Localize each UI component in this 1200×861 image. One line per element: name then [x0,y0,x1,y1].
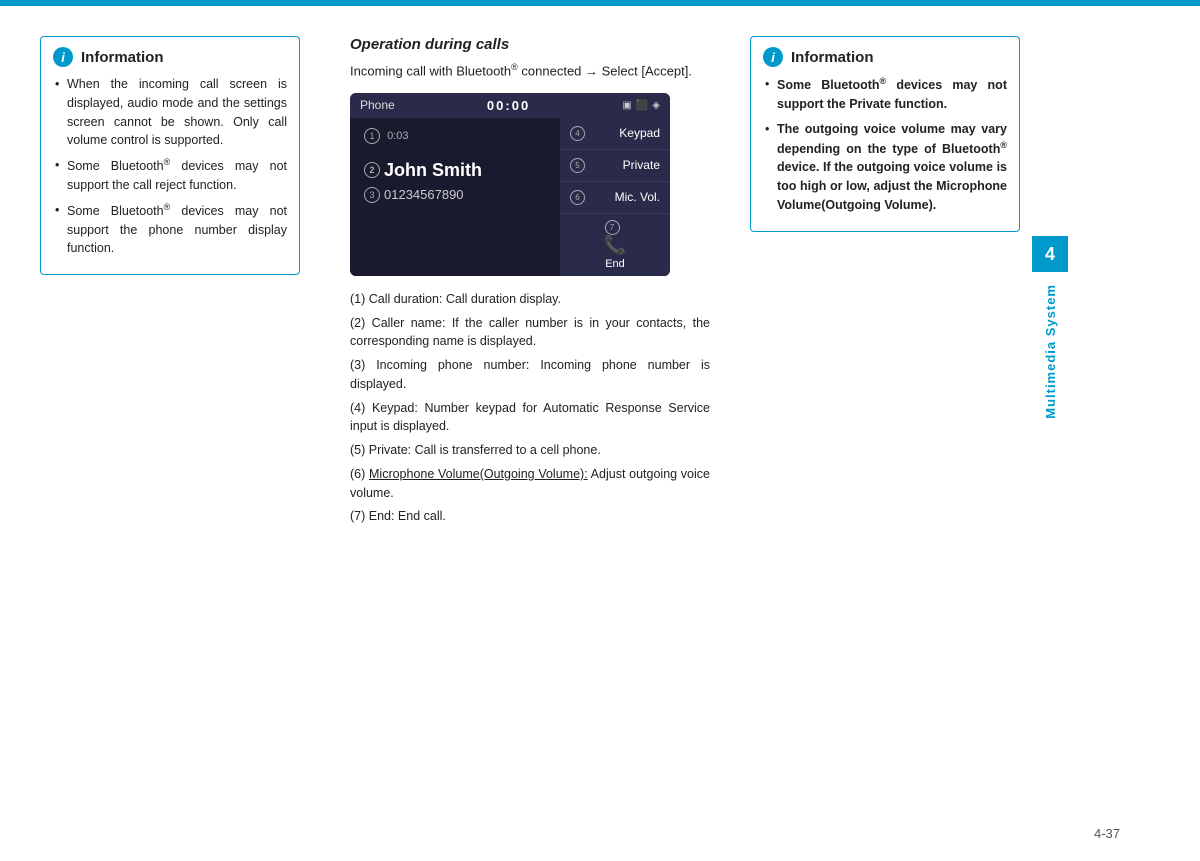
left-info-item-2: Some Bluetooth® devices may not support … [53,156,287,195]
call-duration: 1 0:03 [364,128,546,144]
sidebar-chapter-number: 4 [1032,236,1068,272]
phone-left-panel: 1 0:03 2 John Smith 3 01234567890 [350,118,560,276]
description-list: (1) Call duration: Call duration display… [350,290,710,526]
desc-item-7: (7) End: End call. [350,507,710,526]
desc-item-4: (4) Keypad: Number keypad for Automatic … [350,399,710,437]
sidebar-chapter-label: Multimedia System [1043,284,1058,419]
operation-intro: Incoming call with Bluetooth® connected … [350,61,710,81]
desc-item-1: (1) Call duration: Call duration display… [350,290,710,309]
left-info-list: When the incoming call screen is display… [53,75,287,258]
right-column: i Information Some Bluetooth® devices ma… [740,36,1020,841]
middle-column: Operation during calls Incoming call wit… [320,36,740,841]
status-icon-2: ⬛ [636,100,648,111]
main-content: i Information When the incoming call scr… [0,6,1200,861]
phone-header: Phone 00:00 ▣ ⬛ ◈ [350,93,670,118]
caller-name-num: 2 [364,162,380,178]
left-info-title: Information [81,49,164,66]
left-info-icon: i [53,47,73,67]
desc-item-6: (6) Microphone Volume(Outgoing Volume): … [350,465,710,503]
right-info-header: i Information [763,47,1007,67]
mic-vol-btn[interactable]: 6 Mic. Vol. [560,182,670,214]
private-btn[interactable]: 5 Private [560,150,670,182]
right-info-list: Some Bluetooth® devices may not support … [763,75,1007,215]
desc-item-3: (3) Incoming phone number: Incoming phon… [350,356,710,394]
sidebar-right: 4 Multimedia System [1020,36,1080,841]
caller-number: 3 01234567890 [364,187,546,203]
phone-header-left-label: Phone [360,98,395,112]
phone-body: 1 0:03 2 John Smith 3 01234567890 4 [350,118,670,276]
keypad-btn[interactable]: 4 Keypad [560,118,670,150]
left-info-item-1: When the incoming call screen is display… [53,75,287,150]
page-number: 4-37 [1094,826,1120,841]
duration-num: 1 [364,128,380,144]
caller-number-num: 3 [364,187,380,203]
end-phone-icon: 📞 [604,235,626,256]
left-info-header: i Information [53,47,287,67]
right-info-item-1: Some Bluetooth® devices may not support … [763,75,1007,114]
operation-title: Operation during calls [350,36,710,53]
right-info-item-2: The outgoing voice volume may vary depen… [763,120,1007,215]
right-info-icon: i [763,47,783,67]
desc-item-2: (2) Caller name: If the caller number is… [350,314,710,352]
phone-right-panel: 4 Keypad 5 Private 6 Mic. Vol. 7 📞 [560,118,670,276]
desc-item-5: (5) Private: Call is transferred to a ce… [350,441,710,460]
left-info-box: i Information When the incoming call scr… [40,36,300,275]
left-column: i Information When the incoming call scr… [40,36,320,841]
right-info-box: i Information Some Bluetooth® devices ma… [750,36,1020,232]
right-info-title: Information [791,49,874,66]
status-icon-1: ▣ [622,100,631,111]
phone-timer: 00:00 [487,98,530,113]
phone-status-icons: ▣ ⬛ ◈ [622,100,660,111]
phone-screen: Phone 00:00 ▣ ⬛ ◈ 1 0:03 2 John Smith [350,93,670,276]
left-info-item-3: Some Bluetooth® devices may not support … [53,201,287,258]
end-btn[interactable]: 7 📞 End [560,214,670,276]
caller-name: 2 John Smith [364,160,546,181]
status-icon-3: ◈ [652,100,660,111]
